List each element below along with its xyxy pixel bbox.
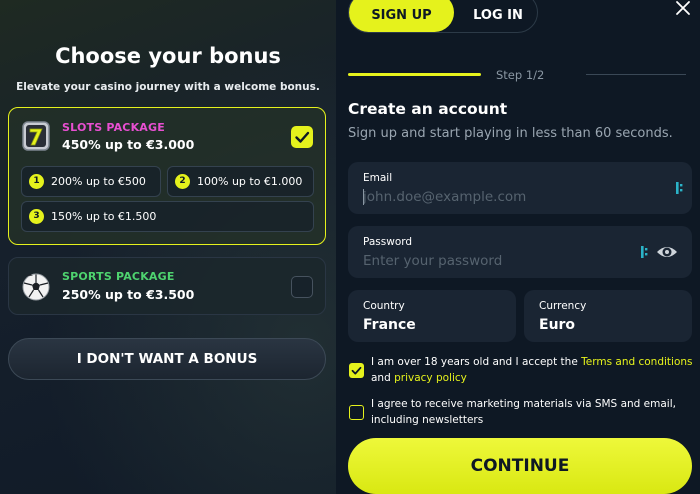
bonus-title: Choose your bonus: [55, 44, 281, 68]
slots-option-1[interactable]: 1 200% up to €500: [21, 166, 161, 197]
sports-package-card[interactable]: SPORTS PACKAGE 250% up to €3.500: [8, 257, 326, 315]
signup-panel: SIGN UP LOG IN Step 1/2 Create an accoun…: [336, 0, 700, 494]
slots-option-2[interactable]: 2 100% up to €1.000: [167, 166, 314, 197]
soccer-ball-icon: [22, 273, 50, 301]
slots-package-checkbox[interactable]: [291, 126, 313, 148]
bonus-subtitle: Elevate your casino journey with a welco…: [16, 81, 320, 93]
auth-tabs: SIGN UP LOG IN: [348, 0, 538, 33]
country-select[interactable]: Country France: [348, 290, 516, 342]
marketing-text: I agree to receive marketing materials v…: [371, 398, 676, 426]
seven-slot-icon: [22, 121, 50, 151]
password-label: Password: [363, 236, 413, 248]
terms-link[interactable]: Terms and conditions: [581, 356, 692, 368]
slots-package-amount: 450% up to €3.000: [62, 137, 195, 152]
step-progress-track: [586, 74, 686, 75]
bonus-signup-modal: Choose your bonus Elevate your casino jo…: [0, 0, 700, 494]
sports-package-checkbox[interactable]: [291, 276, 313, 298]
step-indicator: Step 1/2: [496, 68, 545, 82]
eye-icon[interactable]: [656, 243, 678, 261]
tab-sign-up[interactable]: SIGN UP: [349, 0, 454, 32]
age-terms-prefix: I am over 18 years old and I accept the: [371, 356, 582, 368]
sports-package-amount: 250% up to €3.500: [62, 287, 195, 302]
check-icon: [351, 366, 362, 375]
slots-package-name: SLOTS PACKAGE: [62, 121, 165, 134]
password-manager-icon[interactable]: [675, 181, 685, 195]
privacy-policy-link[interactable]: privacy policy: [394, 372, 467, 384]
slots-option-3[interactable]: 3 150% up to €1.500: [21, 201, 314, 232]
country-value: France: [363, 317, 416, 333]
currency-select[interactable]: Currency Euro: [524, 290, 692, 342]
tab-log-in[interactable]: LOG IN: [457, 0, 539, 32]
form-heading: Create an account: [348, 100, 508, 118]
password-manager-icon[interactable]: [640, 245, 650, 259]
age-terms-text: I am over 18 years old and I accept the …: [371, 355, 696, 386]
step-progress-bar: [348, 73, 481, 76]
option-text: 100% up to €1.000: [197, 175, 303, 188]
currency-label: Currency: [539, 300, 587, 312]
marketing-checkbox[interactable]: [349, 405, 364, 420]
email-field[interactable]: Email: [348, 162, 692, 214]
slots-package-card[interactable]: SLOTS PACKAGE 450% up to €3.000 1 200% u…: [8, 107, 326, 245]
no-bonus-button[interactable]: I DON'T WANT A BONUS: [8, 338, 326, 380]
continue-button[interactable]: CONTINUE: [348, 438, 692, 494]
option-text: 150% up to €1.500: [51, 210, 157, 223]
option-number-badge: 2: [175, 174, 190, 189]
text-caret: [363, 189, 364, 205]
close-icon[interactable]: [674, 0, 692, 18]
option-text: 200% up to €500: [51, 175, 146, 188]
bonus-panel: Choose your bonus Elevate your casino jo…: [0, 0, 336, 494]
age-terms-checkbox[interactable]: [349, 363, 364, 378]
option-number-badge: 1: [29, 174, 44, 189]
email-label: Email: [363, 172, 393, 184]
check-icon: [295, 131, 310, 143]
country-label: Country: [363, 300, 405, 312]
age-terms-and: and: [371, 371, 395, 384]
form-description: Sign up and start playing in less than 6…: [348, 126, 673, 141]
option-number-badge: 3: [29, 209, 44, 224]
password-input[interactable]: [363, 253, 633, 269]
email-input[interactable]: [363, 189, 633, 205]
password-field[interactable]: Password: [348, 226, 692, 278]
currency-value: Euro: [539, 317, 576, 333]
sports-package-name: SPORTS PACKAGE: [62, 270, 175, 283]
